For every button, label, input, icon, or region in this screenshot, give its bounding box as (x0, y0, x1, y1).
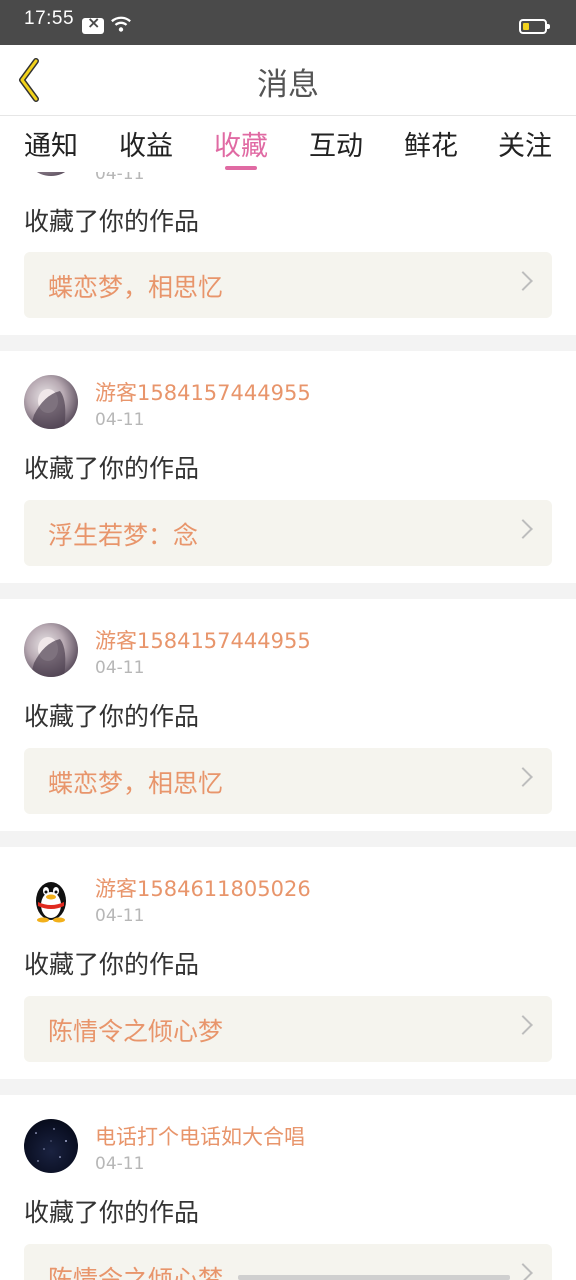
sim-card-icon (82, 13, 104, 34)
action-text: 收藏了你的作品 (24, 1198, 200, 1227)
action-text: 收藏了你的作品 (24, 702, 200, 731)
status-bar: 17:55 (0, 0, 576, 45)
post-date: 04-11 (95, 410, 145, 430)
battery-icon (519, 19, 550, 34)
action-text: 收藏了你的作品 (24, 207, 200, 236)
tab-flowers[interactable]: 鲜花 (404, 124, 458, 163)
message-list: 04-11 收藏了你的作品 蝶恋梦，相思忆 游客1584157444955 04… (0, 172, 576, 1280)
header: 消息 (0, 45, 576, 116)
separator (0, 335, 576, 351)
active-tab-indicator (225, 166, 257, 170)
chevron-right-icon (513, 1015, 533, 1035)
separator (0, 583, 576, 599)
tab-bar: 通知 收益 收藏 互动 鲜花 关注 (0, 116, 576, 172)
user-name[interactable]: 游客1584157444955 (95, 625, 311, 655)
action-text: 收藏了你的作品 (24, 950, 200, 979)
list-item: 游客1584157444955 04-11 收藏了你的作品 浮生若梦：念 (0, 351, 576, 583)
status-time: 17:55 (24, 8, 75, 29)
post-date: 04-11 (95, 172, 145, 184)
work-link[interactable]: 蝶恋梦，相思忆 (24, 748, 552, 814)
tab-notifications[interactable]: 通知 (24, 124, 78, 163)
chevron-right-icon (513, 1263, 533, 1280)
user-name[interactable]: 游客1584611805026 (95, 873, 311, 903)
chevron-right-icon (513, 271, 533, 291)
post-date: 04-11 (95, 1154, 145, 1174)
user-name[interactable]: 电话打个电话如大合唱 (95, 1121, 305, 1151)
work-title: 蝶恋梦，相思忆 (48, 769, 224, 798)
scroll-indicator[interactable] (238, 1275, 510, 1280)
chevron-right-icon (513, 519, 533, 539)
wifi-icon (111, 16, 131, 32)
tab-earnings[interactable]: 收益 (119, 124, 173, 163)
work-title: 陈情令之倾心梦 (48, 1017, 224, 1046)
work-link[interactable]: 蝶恋梦，相思忆 (24, 252, 552, 318)
girl-avatar-icon[interactable] (24, 623, 78, 677)
list-item: 游客1584611805026 04-11 收藏了你的作品 陈情令之倾心梦 (0, 847, 576, 1079)
tab-interactions[interactable]: 互动 (309, 124, 363, 163)
post-date: 04-11 (95, 906, 145, 926)
separator (0, 1079, 576, 1095)
night-sky-avatar-icon[interactable] (24, 1119, 78, 1173)
user-name[interactable]: 游客1584157444955 (95, 377, 311, 407)
work-title: 陈情令之倾心梦 (48, 1265, 224, 1280)
chevron-right-icon (513, 767, 533, 787)
qq-penguin-icon[interactable] (24, 871, 78, 925)
list-item: 电话打个电话如大合唱 04-11 收藏了你的作品 陈情令之倾心梦 (0, 1095, 576, 1280)
avatar-icon[interactable] (24, 172, 78, 176)
tab-favorites[interactable]: 收藏 (214, 124, 268, 163)
work-link[interactable]: 陈情令之倾心梦 (24, 996, 552, 1062)
girl-avatar-icon[interactable] (24, 375, 78, 429)
list-item: 游客1584157444955 04-11 收藏了你的作品 蝶恋梦，相思忆 (0, 599, 576, 831)
separator (0, 831, 576, 847)
post-date: 04-11 (95, 658, 145, 678)
work-title: 蝶恋梦，相思忆 (48, 273, 224, 302)
action-text: 收藏了你的作品 (24, 454, 200, 483)
work-title: 浮生若梦：念 (48, 521, 199, 550)
work-link[interactable]: 浮生若梦：念 (24, 500, 552, 566)
list-item: 04-11 收藏了你的作品 蝶恋梦，相思忆 (0, 172, 576, 335)
page-title: 消息 (257, 67, 319, 103)
tab-follows[interactable]: 关注 (498, 124, 552, 163)
